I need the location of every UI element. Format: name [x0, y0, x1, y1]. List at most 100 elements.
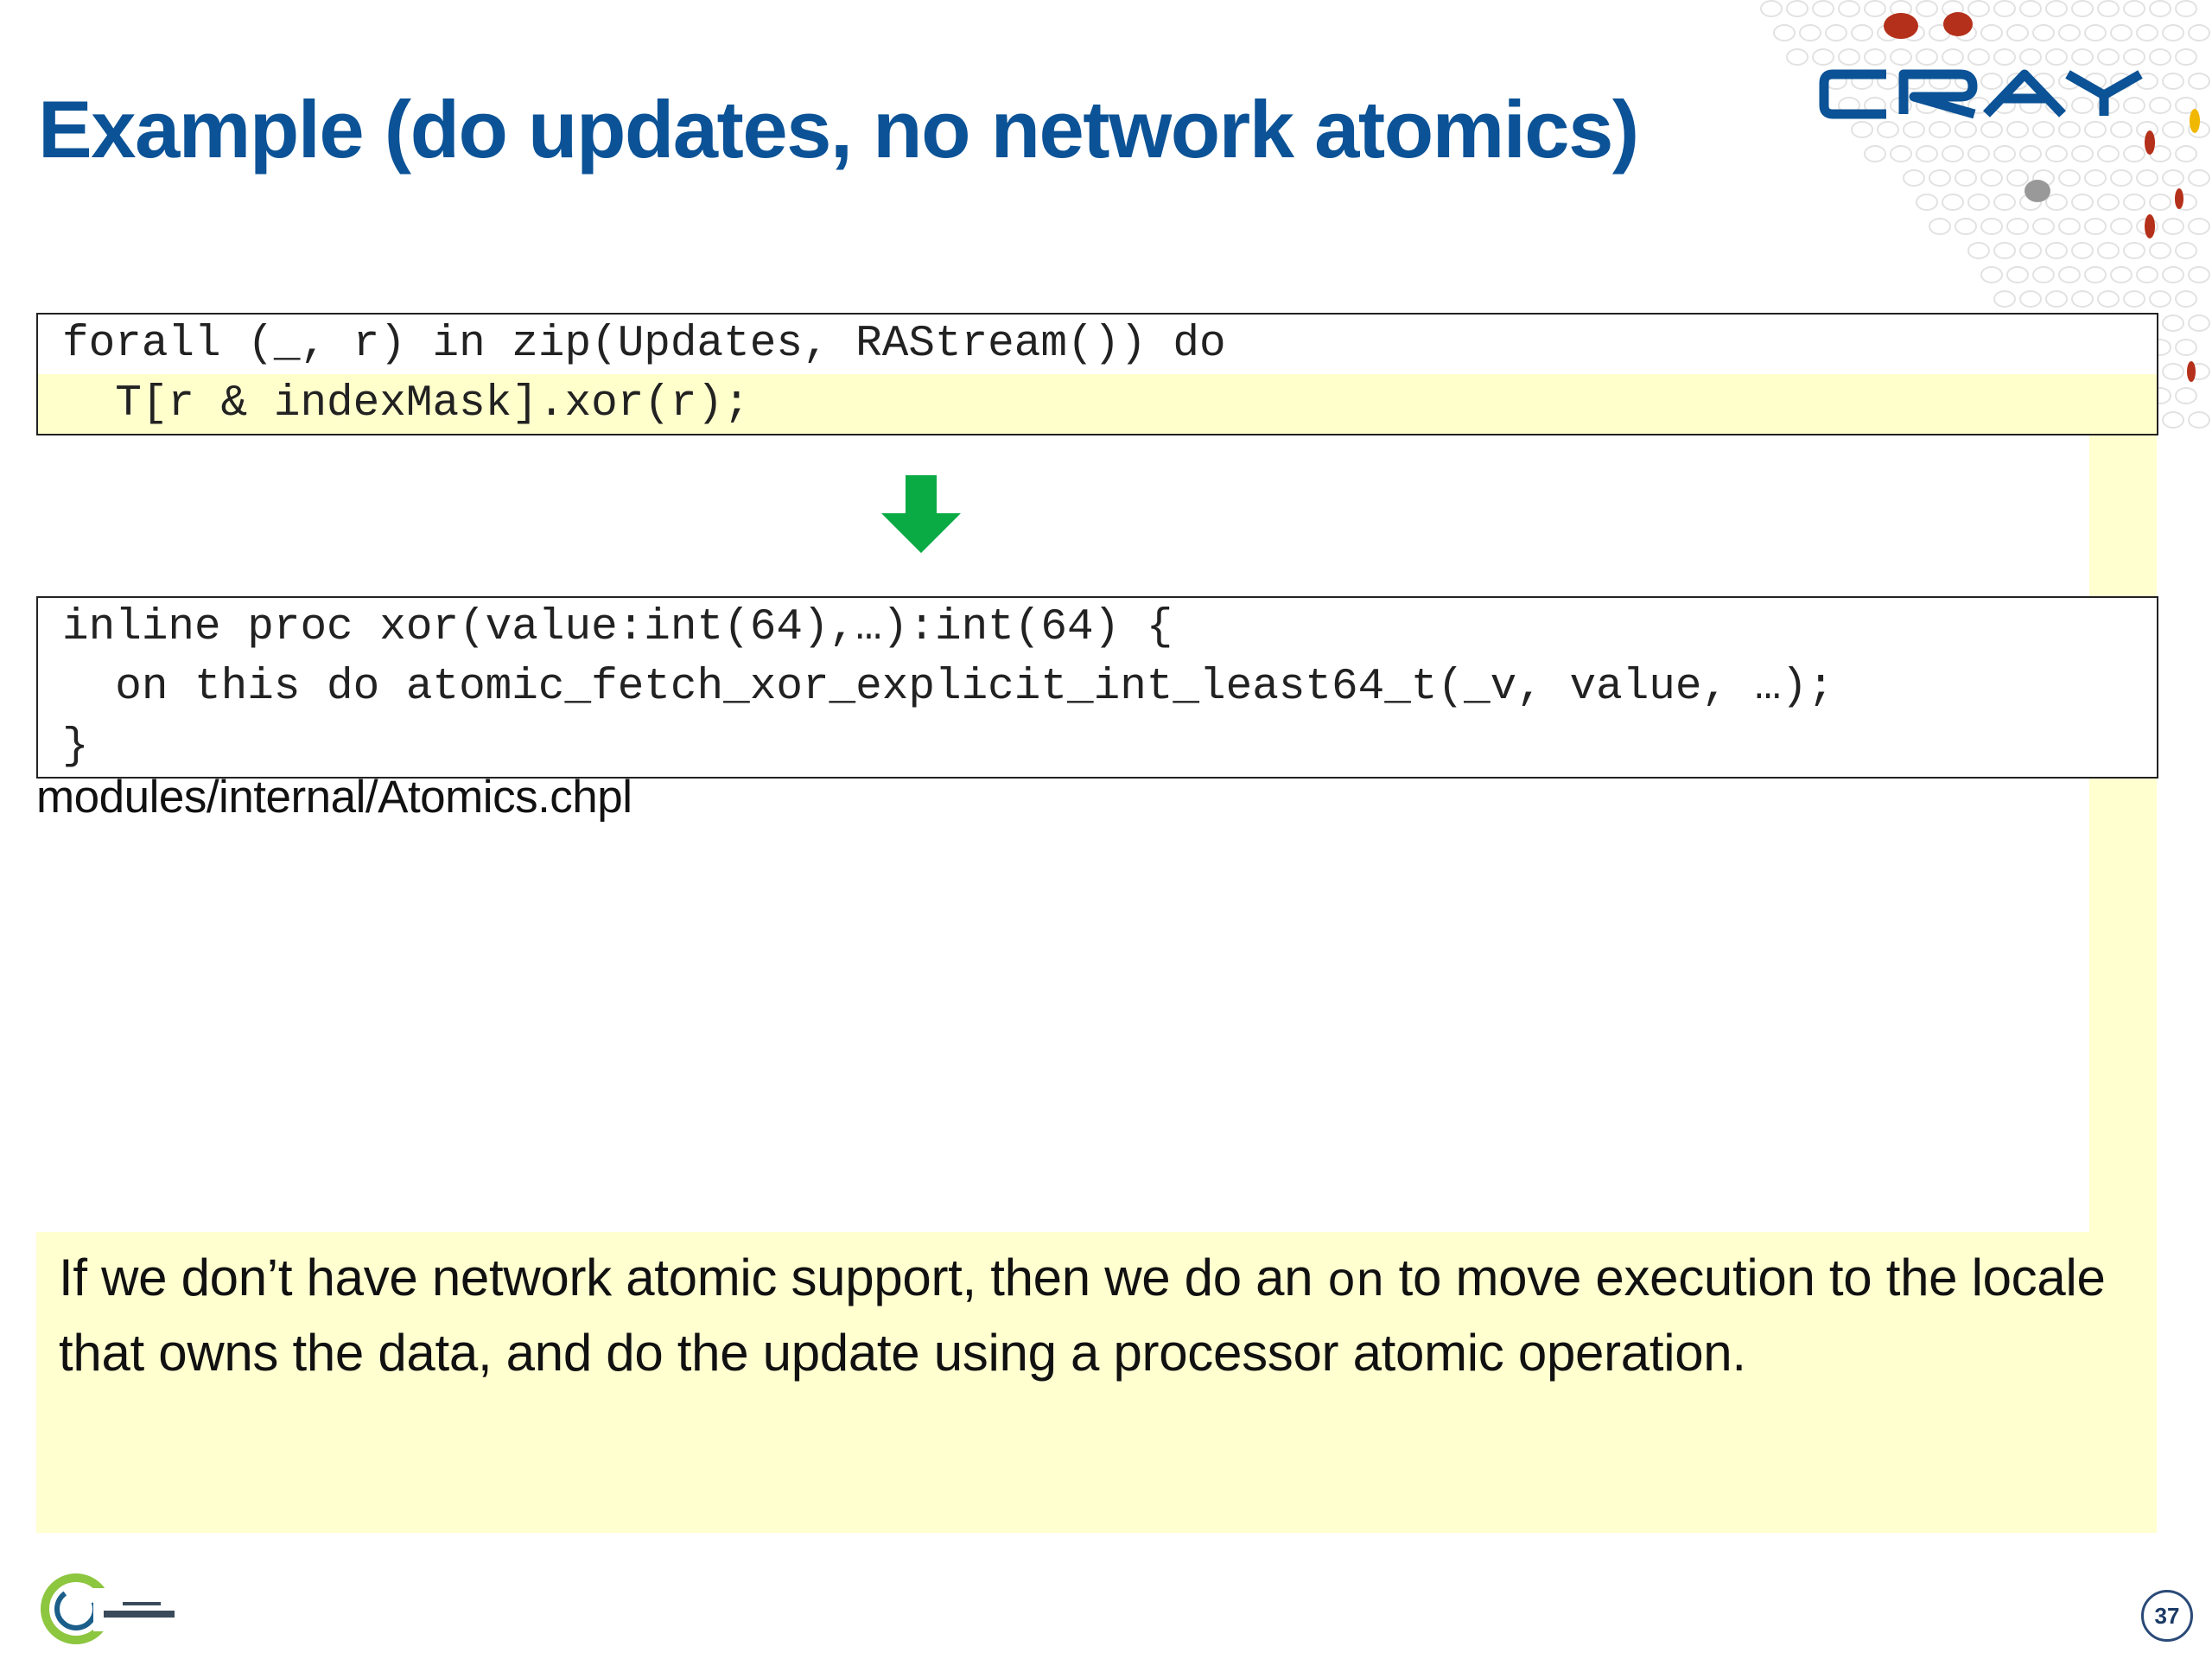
- file-path-caption: modules/internal/Atomics.chpl: [36, 772, 632, 823]
- decorative-ring: [1942, 194, 1964, 211]
- decorative-ring: [1903, 121, 1925, 138]
- decorative-ring: [2149, 242, 2171, 259]
- decorative-ring: [2110, 24, 2133, 41]
- red-dot: [2175, 188, 2183, 209]
- decorative-ring: [2188, 169, 2210, 187]
- decorative-ring: [2058, 24, 2081, 41]
- decorative-ring: [2162, 411, 2184, 429]
- decorative-ring: [1993, 242, 2016, 259]
- red-dot: [2145, 214, 2155, 238]
- decorative-ring: [2110, 266, 2133, 283]
- red-dot: [1884, 13, 1918, 39]
- decorative-ring: [1864, 0, 1886, 17]
- decorative-ring: [2032, 266, 2055, 283]
- decorative-ring: [2123, 242, 2145, 259]
- decorative-ring: [1903, 169, 1925, 187]
- decorative-ring: [1838, 0, 1860, 17]
- decorative-ring: [1980, 121, 2003, 138]
- decorative-ring: [1786, 0, 1808, 17]
- decorative-ring: [2071, 48, 2094, 66]
- decorative-ring: [1929, 169, 1951, 187]
- code-line: }: [62, 722, 89, 772]
- decorative-ring: [2188, 315, 2210, 332]
- decorative-ring: [2097, 242, 2120, 259]
- decorative-ring: [2045, 194, 2068, 211]
- decorative-ring: [1890, 145, 1912, 162]
- decorative-ring: [2162, 363, 2184, 380]
- decorative-ring: [2045, 290, 2068, 308]
- decorative-ring: [1929, 218, 1951, 235]
- decorative-ring: [1929, 121, 1951, 138]
- page-number: 37: [2141, 1590, 2193, 1642]
- code-line: inline proc xor(value:int(64),…):int(64)…: [62, 603, 1173, 652]
- red-dot: [2145, 130, 2155, 155]
- decorative-ring: [2188, 411, 2210, 429]
- decorative-ring: [2019, 145, 2042, 162]
- decorative-ring: [2097, 194, 2120, 211]
- decorative-ring: [2006, 218, 2029, 235]
- decorative-ring: [2123, 0, 2145, 17]
- red-dot: [1943, 12, 1973, 36]
- code-line: on this do atomic_fetch_xor_explicit_int…: [62, 663, 1834, 712]
- decorative-ring: [2045, 48, 2068, 66]
- decorative-ring: [1916, 48, 1938, 66]
- decorative-ring: [2058, 266, 2081, 283]
- decorative-ring: [2032, 24, 2055, 41]
- decorative-ring: [2162, 315, 2184, 332]
- decorative-ring: [1942, 48, 1964, 66]
- decorative-ring: [2123, 145, 2145, 162]
- decorative-ring: [2123, 290, 2145, 308]
- decorative-ring: [2175, 0, 2197, 17]
- decorative-ring: [1825, 24, 1847, 41]
- decorative-ring: [1942, 145, 1964, 162]
- decorative-ring: [2162, 266, 2184, 283]
- decorative-ring: [1916, 194, 1938, 211]
- decorative-ring: [2058, 169, 2081, 187]
- decorative-ring: [2097, 0, 2120, 17]
- decorative-ring: [1812, 48, 1834, 66]
- decorative-ring: [2188, 24, 2210, 41]
- yellow-dot: [2190, 109, 2200, 133]
- decorative-ring: [2149, 194, 2171, 211]
- down-arrow-icon: [881, 475, 961, 553]
- chapel-logo: [41, 1573, 175, 1644]
- decorative-ring: [1916, 0, 1938, 17]
- decorative-ring: [2019, 48, 2042, 66]
- decorative-ring: [2162, 73, 2184, 90]
- decorative-ring: [1877, 121, 1899, 138]
- red-dot: [2187, 361, 2196, 382]
- decorative-ring: [2123, 48, 2145, 66]
- decorative-ring: [2175, 290, 2197, 308]
- decorative-ring: [2110, 169, 2133, 187]
- decorative-ring: [2175, 339, 2197, 356]
- decorative-ring: [2162, 121, 2184, 138]
- decorative-ring: [2045, 0, 2068, 17]
- decorative-ring: [1967, 48, 1990, 66]
- decorative-ring: [1967, 194, 1990, 211]
- decorative-ring: [2058, 121, 2081, 138]
- cray-logo: [1819, 69, 2143, 119]
- decorative-ring: [2136, 169, 2158, 187]
- decorative-ring: [2175, 48, 2197, 66]
- decorative-ring: [2136, 24, 2158, 41]
- decorative-ring: [1851, 121, 1873, 138]
- decorative-ring: [2175, 387, 2197, 404]
- decorative-ring: [2006, 121, 2029, 138]
- decorative-ring: [2058, 218, 2081, 235]
- decorative-ring: [1993, 290, 2016, 308]
- decorative-ring: [1980, 218, 2003, 235]
- decorative-ring: [1967, 0, 1990, 17]
- decorative-ring: [2032, 218, 2055, 235]
- decorative-ring: [2097, 145, 2120, 162]
- decorative-ring: [2097, 290, 2120, 308]
- inline-code-keyword: on: [1326, 1255, 1385, 1310]
- decorative-ring: [1980, 266, 2003, 283]
- decorative-ring: [2110, 121, 2133, 138]
- decorative-ring: [2071, 290, 2094, 308]
- decorative-ring: [1967, 145, 1990, 162]
- decorative-ring: [2071, 145, 2094, 162]
- description-part: If we don’t have network atomic support,…: [59, 1249, 1327, 1306]
- decorative-ring: [1967, 242, 1990, 259]
- slide-title: Example (do updates, no network atomics): [38, 84, 1639, 175]
- decorative-ring: [2019, 290, 2042, 308]
